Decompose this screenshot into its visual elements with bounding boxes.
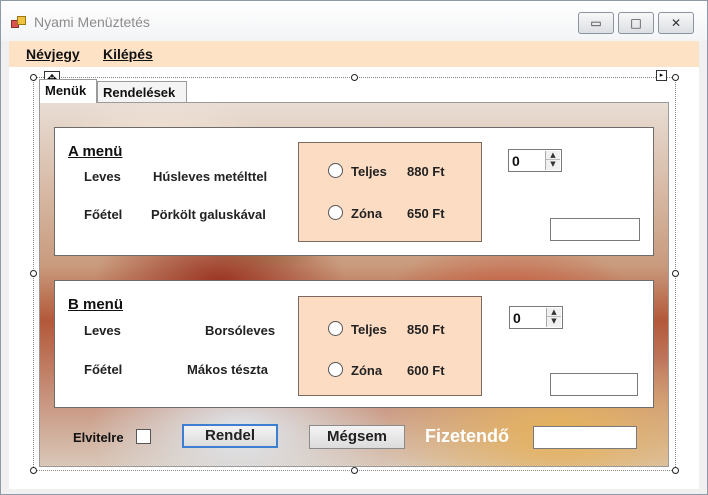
- resize-handle-bottom[interactable]: [351, 467, 358, 474]
- smart-tag-arrow-icon[interactable]: ▸: [656, 70, 667, 81]
- title-bar[interactable]: Nyami Menüztetés ▭ □ ✕: [1, 1, 707, 41]
- menu-item-kilepes[interactable]: Kilépés: [103, 46, 153, 62]
- minimize-button[interactable]: ▭: [578, 12, 614, 34]
- selection-frame: [33, 77, 676, 471]
- menu-item-nevjegy[interactable]: Névjegy: [26, 46, 80, 62]
- resize-handle-top-right[interactable]: [672, 74, 679, 81]
- resize-handle-bottom-left[interactable]: [30, 467, 37, 474]
- tab-menuk[interactable]: Menük: [39, 79, 97, 103]
- resize-handle-bottom-right[interactable]: [672, 467, 679, 474]
- app-window: Nyami Menüztetés ▭ □ ✕ Névjegy Kilépés M…: [0, 0, 708, 495]
- maximize-button[interactable]: □: [618, 12, 654, 34]
- resize-handle-right[interactable]: [672, 270, 679, 277]
- menu-bar: Névjegy Kilépés: [9, 41, 699, 67]
- window-title: Nyami Menüztetés: [34, 14, 150, 30]
- app-icon: [11, 16, 27, 30]
- resize-handle-top-left[interactable]: [30, 74, 37, 81]
- close-button[interactable]: ✕: [658, 12, 694, 34]
- resize-handle-left[interactable]: [30, 270, 37, 277]
- resize-handle-top[interactable]: [351, 74, 358, 81]
